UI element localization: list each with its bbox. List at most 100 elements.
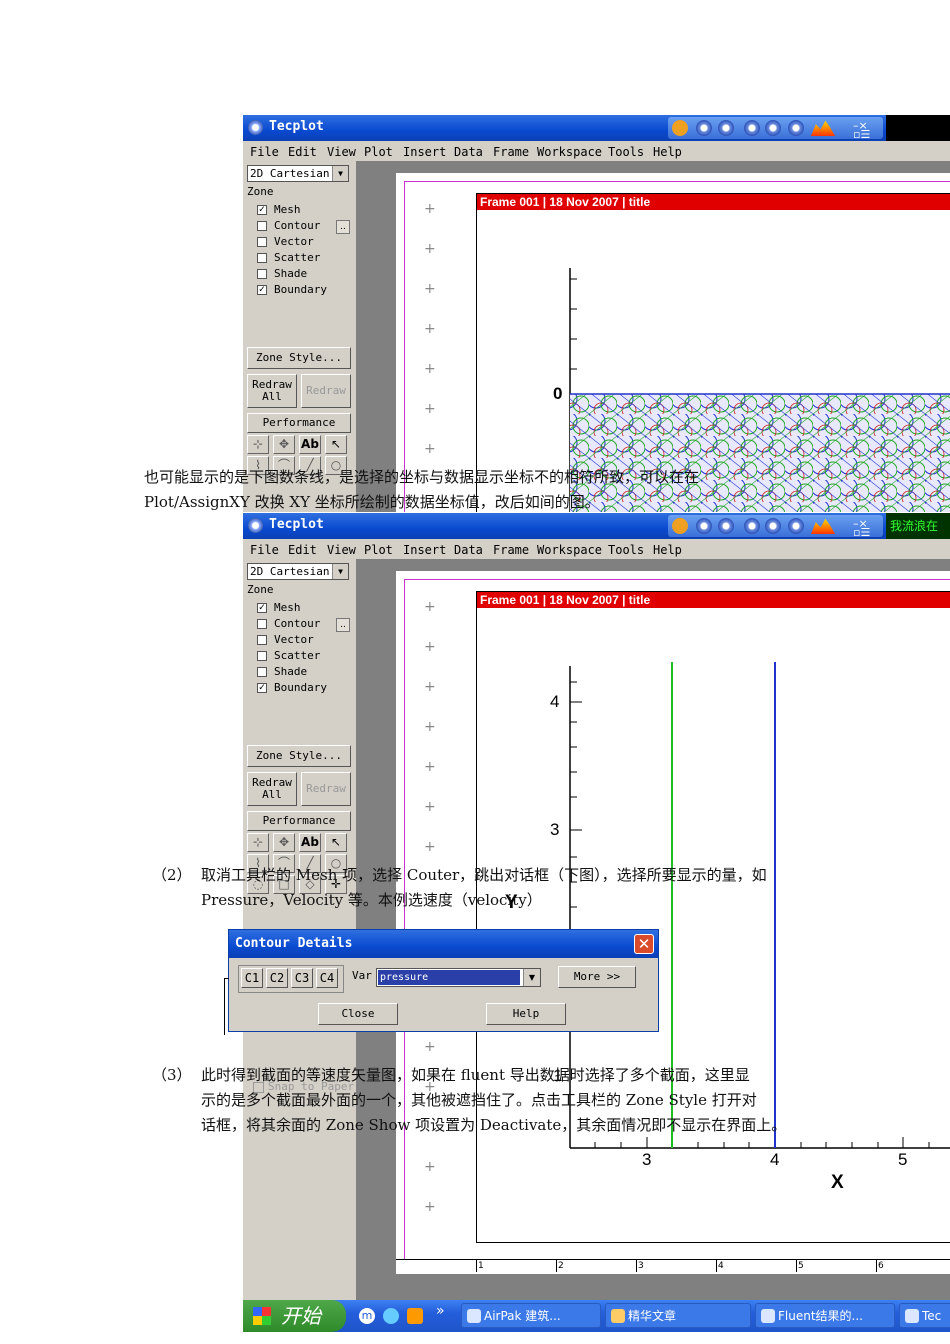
quicklaunch-m-icon[interactable]: m (359, 1308, 375, 1324)
title-bar: Tecplot –× ▫☰ (243, 115, 950, 141)
select-arrow-icon[interactable]: ↖ (325, 435, 347, 454)
text-tool-button[interactable]: Ab (299, 833, 321, 852)
redraw-all-button[interactable]: Redraw All (247, 374, 297, 408)
zone-style-button[interactable]: Zone Style... (247, 347, 351, 369)
menu-view[interactable]: View (327, 145, 356, 159)
plot-type-value: 2D Cartesian (250, 565, 330, 578)
menu-view[interactable]: View (327, 543, 356, 557)
menu-data[interactable]: Data (454, 543, 483, 557)
zone-style-button[interactable]: Zone Style... (247, 745, 351, 767)
messenger-icon[interactable] (407, 1308, 423, 1324)
contour-checkbox[interactable] (257, 619, 267, 629)
chevron-down-icon[interactable]: ▼ (523, 969, 540, 986)
volume-icon[interactable] (788, 120, 804, 136)
more-button[interactable]: More >> (558, 966, 636, 988)
vector-checkbox[interactable] (257, 635, 267, 645)
select-arrow-icon[interactable]: ↖ (325, 833, 347, 852)
menu-frame[interactable]: Frame (493, 145, 529, 159)
chevron-down-icon[interactable]: ▼ (332, 564, 348, 579)
shade-label: Shade (274, 267, 308, 280)
paragraph-1-line-2: Plot/AssignXY 改换 XY 坐标所绘制的数据坐标值，改后如间的图。 (144, 493, 600, 511)
zoom-icon[interactable]: ⊹ (247, 833, 269, 852)
tab-c3[interactable]: C3 (291, 968, 313, 988)
scatter-checkbox[interactable] (257, 651, 267, 661)
menu-insert[interactable]: Insert (403, 145, 446, 159)
help-button[interactable]: Help (486, 1003, 566, 1025)
zoom-icon[interactable]: ⊹ (247, 435, 269, 454)
window-controls-icon[interactable]: –× ▫☰ (853, 120, 877, 140)
previous-icon[interactable] (744, 518, 760, 534)
ruler-label: 6 (878, 1261, 884, 1271)
redraw-all-button[interactable]: Redraw All (247, 772, 297, 806)
menu-workspace[interactable]: Workspace (537, 543, 602, 557)
stop-icon[interactable] (718, 120, 734, 136)
contour-group-tabs: C1 C2 C3 C4 (238, 965, 344, 993)
menu-workspace[interactable]: Workspace (537, 145, 602, 159)
redraw-button[interactable]: Redraw (301, 374, 351, 408)
task-airpak[interactable]: AirPak 建筑... (461, 1303, 601, 1328)
workspace: + + + + + + + Frame 001 | 18 Nov 2007 | … (356, 161, 950, 512)
step-2-line-2: Pressure，Velocity 等。本例选速度（velocity） (201, 891, 542, 909)
stop-icon[interactable] (718, 518, 734, 534)
plot-frame[interactable]: Frame 001 | 18 Nov 2007 | title (476, 591, 950, 1243)
mesh-region (570, 394, 950, 512)
chevron-icon[interactable]: » (436, 1303, 445, 1319)
translate-icon[interactable]: ✥ (273, 435, 295, 454)
menu-tools[interactable]: Tools (608, 543, 644, 557)
menu-insert[interactable]: Insert (403, 543, 446, 557)
ruler-label: 2 (558, 1261, 564, 1271)
menu-plot[interactable]: Plot (364, 543, 393, 557)
scatter-checkbox[interactable] (257, 253, 267, 263)
translate-icon[interactable]: ✥ (273, 833, 295, 852)
menu-file[interactable]: File (250, 145, 279, 159)
performance-button[interactable]: Performance (247, 413, 351, 433)
close-icon[interactable]: ✕ (634, 934, 654, 954)
contour-details-button[interactable]: .. (336, 220, 350, 234)
menu-edit[interactable]: Edit (288, 543, 317, 557)
tab-c1[interactable]: C1 (241, 968, 263, 988)
volume-icon[interactable] (788, 518, 804, 534)
menu-data[interactable]: Data (454, 145, 483, 159)
text-tool-button[interactable]: Ab (299, 435, 321, 454)
pause-icon[interactable] (696, 120, 712, 136)
menu-help[interactable]: Help (653, 543, 682, 557)
mesh-checkbox[interactable]: ✓ (257, 603, 267, 613)
ruler-label: 5 (798, 1261, 804, 1271)
previous-icon[interactable] (744, 120, 760, 136)
shade-checkbox[interactable] (257, 269, 267, 279)
boundary-checkbox[interactable]: ✓ (257, 285, 267, 295)
browser-icon[interactable] (383, 1308, 399, 1324)
menu-frame[interactable]: Frame (493, 543, 529, 557)
menu-file[interactable]: File (250, 543, 279, 557)
chevron-down-icon[interactable]: ▼ (332, 166, 348, 181)
task-tecplot[interactable]: Tec (899, 1303, 950, 1328)
task-folder[interactable]: 精华文章 (605, 1303, 751, 1328)
close-button[interactable]: Close (318, 1003, 398, 1025)
next-icon[interactable] (765, 120, 781, 136)
plot-type-select[interactable]: 2D Cartesian ▼ (247, 563, 349, 580)
contour-details-button[interactable]: .. (336, 618, 350, 632)
tab-c2[interactable]: C2 (266, 968, 288, 988)
boundary-label: Boundary (274, 681, 327, 694)
start-button[interactable]: 开始 (243, 1300, 346, 1332)
contour-label: Contour (274, 219, 321, 232)
menu-edit[interactable]: Edit (288, 145, 317, 159)
var-select[interactable]: pressure ▼ (376, 968, 541, 987)
tab-c4[interactable]: C4 (316, 968, 338, 988)
contour-checkbox[interactable] (257, 221, 267, 231)
mesh-checkbox[interactable]: ✓ (257, 205, 267, 215)
task-word[interactable]: Fluent结果的... (755, 1303, 895, 1328)
pause-icon[interactable] (696, 518, 712, 534)
menu-help[interactable]: Help (653, 145, 682, 159)
shade-checkbox[interactable] (257, 667, 267, 677)
taskbar: 开始 m » AirPak 建筑... 精华文章 Fluent结果的... Te… (243, 1300, 950, 1332)
boundary-checkbox[interactable]: ✓ (257, 683, 267, 693)
redraw-button[interactable]: Redraw (301, 772, 351, 806)
menu-plot[interactable]: Plot (364, 145, 393, 159)
window-controls-icon[interactable]: –× ▫☰ (853, 518, 877, 538)
plot-type-select[interactable]: 2D Cartesian ▼ (247, 165, 349, 182)
vector-checkbox[interactable] (257, 237, 267, 247)
performance-button[interactable]: Performance (247, 811, 351, 831)
next-icon[interactable] (765, 518, 781, 534)
menu-tools[interactable]: Tools (608, 145, 644, 159)
